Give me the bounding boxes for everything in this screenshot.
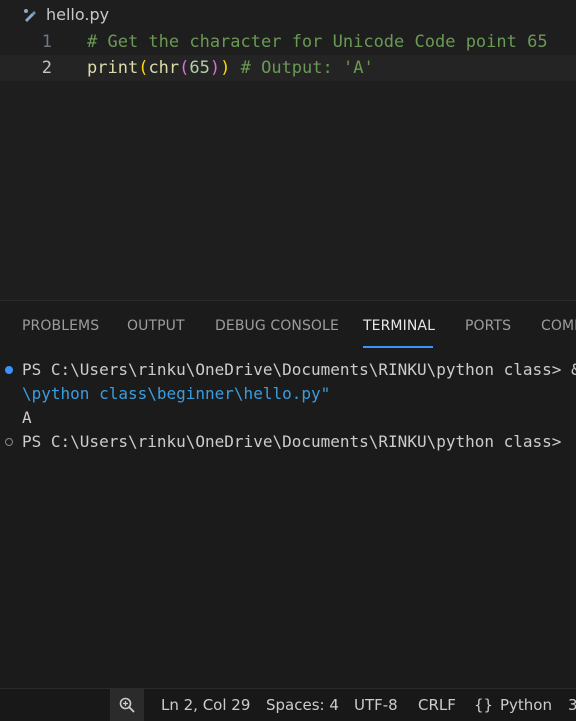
zoom-button[interactable] [110, 689, 144, 721]
code-comment: # Output: 'A' [230, 58, 374, 78]
code-paren: ( [179, 58, 190, 78]
terminal-line: A [22, 408, 32, 427]
terminal-line: PS C:\Users\rinku\OneDrive\Documents\RIN… [0, 358, 576, 382]
code-paren: ) [209, 58, 221, 78]
active-tab-indicator [363, 346, 433, 348]
terminal-output[interactable]: PS C:\Users\rinku\OneDrive\Documents\RIN… [0, 358, 576, 454]
command-pending-icon[interactable] [5, 438, 13, 446]
code-paren: ) [220, 58, 231, 78]
command-success-icon[interactable] [5, 366, 13, 374]
bottom-panel: PROBLEMS OUTPUT DEBUG CONSOLE TERMINAL P… [0, 300, 576, 689]
tab-output[interactable]: OUTPUT [127, 318, 185, 334]
panel-tabs: PROBLEMS OUTPUT DEBUG CONSOLE TERMINAL P… [0, 301, 576, 351]
breadcrumb-file-name[interactable]: hello.py [46, 5, 109, 24]
language-mode[interactable]: Python [500, 696, 552, 714]
terminal-line: PS C:\Users\rinku\OneDrive\Documents\RIN… [0, 430, 576, 454]
tab-terminal[interactable]: TERMINAL [363, 318, 435, 334]
tab-debug-console[interactable]: DEBUG CONSOLE [215, 318, 339, 334]
python-file-icon [24, 9, 36, 22]
breadcrumb: hello.py [0, 0, 576, 30]
code-function: chr [148, 58, 180, 78]
code-function: print [87, 58, 139, 78]
line-ending[interactable]: CRLF [418, 696, 456, 714]
code-comment: # Get the character for Unicode Code poi… [87, 32, 548, 52]
status-bar: Ln 2, Col 29 Spaces: 4 UTF-8 CRLF {} Pyt… [0, 688, 576, 721]
code-line-2[interactable]: 2 print(chr(65)) # Output: 'A' [0, 55, 576, 81]
language-braces-icon: {} [474, 696, 494, 714]
line-number: 2 [41, 58, 52, 78]
indentation-setting[interactable]: Spaces: 4 [266, 696, 339, 714]
python-version[interactable]: 3 [568, 696, 576, 714]
line-number: 1 [41, 32, 52, 52]
code-editor[interactable]: 1 # Get the character for Unicode Code p… [0, 29, 576, 81]
editor-area[interactable]: hello.py 1 # Get the character for Unico… [0, 0, 576, 300]
terminal-line: \python class\beginner\hello.py" [22, 384, 331, 403]
tab-problems[interactable]: PROBLEMS [22, 318, 99, 334]
zoom-icon [119, 697, 135, 713]
code-line-1[interactable]: 1 # Get the character for Unicode Code p… [0, 29, 576, 55]
tab-comments[interactable]: COMMENTS [541, 318, 576, 334]
cursor-position[interactable]: Ln 2, Col 29 [161, 696, 250, 714]
code-number: 65 [189, 58, 210, 78]
file-encoding[interactable]: UTF-8 [354, 696, 398, 714]
code-paren: ( [138, 58, 149, 78]
tab-ports[interactable]: PORTS [465, 318, 511, 334]
